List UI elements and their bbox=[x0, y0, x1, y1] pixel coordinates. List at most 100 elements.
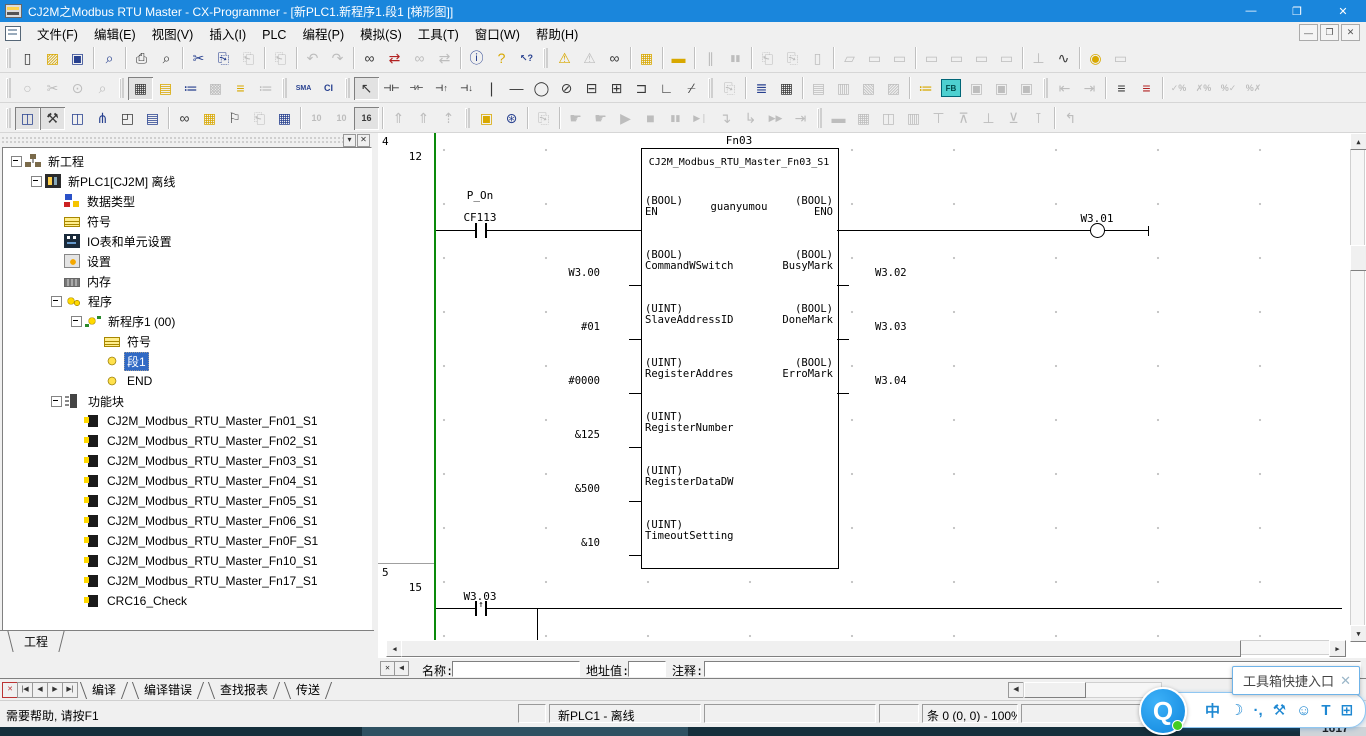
toolbar-icon[interactable]: ✂ bbox=[186, 47, 211, 70]
toolbar-icon[interactable]: ▮▮ bbox=[723, 47, 748, 70]
toolbar-icon[interactable]: ▣ bbox=[964, 77, 989, 100]
toolbar-icon[interactable]: ― bbox=[504, 77, 529, 100]
toolbar-icon[interactable]: ⊼ bbox=[951, 107, 976, 130]
toolbar-icon[interactable]: ⇑ bbox=[386, 107, 411, 130]
tree-item[interactable]: CJ2M_Modbus_RTU_Master_Fn02_S1 bbox=[3, 431, 371, 451]
toolbar-icon[interactable]: ◫ bbox=[15, 107, 40, 130]
toolbar-grip[interactable] bbox=[4, 77, 13, 99]
toolbar-icon[interactable]: ⎗ bbox=[268, 47, 293, 70]
ladder-editor[interactable]: 4 12 5 15 P_On CF113 Fn03 CJ2M_Modbus_RT… bbox=[378, 133, 1366, 678]
output-nav-icon[interactable]: ▶ bbox=[47, 682, 63, 698]
ladder-window-icon[interactable] bbox=[5, 26, 21, 41]
toolbar-icon[interactable]: ▨ bbox=[40, 47, 65, 70]
tab-project[interactable]: 工程 bbox=[14, 631, 58, 652]
toolbar-icon[interactable]: ⇄ bbox=[382, 47, 407, 70]
toolbar-grip[interactable] bbox=[117, 77, 126, 99]
menu-item[interactable]: 编辑(E) bbox=[86, 26, 144, 44]
punctuation-icon[interactable]: ·, bbox=[1253, 702, 1262, 719]
toolbar-icon[interactable]: 16 bbox=[354, 107, 379, 130]
toolbar-icon[interactable]: ❘ bbox=[479, 77, 504, 100]
panel-close-icon[interactable]: ✕ bbox=[357, 134, 370, 147]
toolbar-icon[interactable]: ⊛ bbox=[499, 107, 524, 130]
maximize-button[interactable]: ❐ bbox=[1274, 0, 1320, 22]
tree-item[interactable]: 新工程 bbox=[3, 151, 371, 171]
toolbar-icon[interactable]: ◫ bbox=[876, 107, 901, 130]
toolbar-icon[interactable]: ▣ bbox=[474, 107, 499, 130]
toolbox-shortcut-popup[interactable]: 工具箱快捷入口 ✕ bbox=[1232, 666, 1360, 695]
toolbar-icon[interactable]: ⎗ bbox=[236, 47, 261, 70]
toolbar-grip[interactable] bbox=[1041, 77, 1050, 99]
toolbar-icon[interactable]: ⊞ bbox=[604, 77, 629, 100]
toolbar-icon[interactable]: ▭ bbox=[944, 47, 969, 70]
toolbar-icon[interactable]: ↳ bbox=[738, 107, 763, 130]
toolbar-icon[interactable]: ⎘ bbox=[717, 77, 742, 100]
toolbar-icon[interactable]: SMA bbox=[291, 77, 316, 100]
tree-item[interactable]: CJ2M_Modbus_RTU_Master_Fn06_S1 bbox=[3, 511, 371, 531]
toolbar-grip[interactable] bbox=[463, 107, 472, 129]
contact-p-on[interactable] bbox=[475, 223, 477, 238]
toolbar-icon[interactable]: ⊥ bbox=[1026, 47, 1051, 70]
toolbar-icon[interactable]: ◯ bbox=[529, 77, 554, 100]
toolbar-icon[interactable]: ▭ bbox=[1108, 47, 1133, 70]
toolbar-icon[interactable]: ▶ bbox=[613, 107, 638, 130]
toolbar-icon[interactable]: ◫ bbox=[65, 107, 90, 130]
toolbar-icon[interactable]: ▬ bbox=[666, 47, 691, 70]
toolbar-icon[interactable]: ≔ bbox=[253, 77, 278, 100]
toolbar-icon[interactable]: ↶ bbox=[300, 47, 325, 70]
toolbar-icon[interactable]: ▦ bbox=[851, 107, 876, 130]
toolbar-icon[interactable]: ⇡ bbox=[436, 107, 461, 130]
tree-item[interactable]: CJ2M_Modbus_RTU_Master_Fn17_S1 bbox=[3, 571, 371, 591]
toolbar-icon[interactable]: ▭ bbox=[969, 47, 994, 70]
tree-item[interactable]: IO表和单元设置 bbox=[3, 231, 371, 251]
tree-item[interactable]: 符号 bbox=[3, 331, 371, 351]
toolbar-icon[interactable]: ▯ bbox=[15, 47, 40, 70]
tree-item[interactable]: 新程序1 (00) bbox=[3, 311, 371, 331]
toolbar-icon[interactable]: ∞ bbox=[357, 47, 382, 70]
toolbar-grip[interactable] bbox=[280, 77, 289, 99]
toolbar-icon[interactable]: ≣ bbox=[749, 77, 774, 100]
toolbar-icon[interactable]: ⇥ bbox=[1077, 77, 1102, 100]
tree-item[interactable]: CJ2M_Modbus_RTU_Master_Fn10_S1 bbox=[3, 551, 371, 571]
toolbar-icon[interactable]: ⎘ bbox=[211, 47, 236, 70]
toolbar-icon[interactable]: ▣ bbox=[989, 77, 1014, 100]
toolbar-grip[interactable] bbox=[815, 107, 824, 129]
chinese-mode-icon[interactable]: 中 bbox=[1205, 700, 1220, 721]
toolbar-icon[interactable]: ☛ bbox=[588, 107, 613, 130]
toolbar-icon[interactable]: ⎗ bbox=[755, 47, 780, 70]
toolbar-icon[interactable]: ▦ bbox=[272, 107, 297, 130]
toolbar-icon[interactable]: ▦ bbox=[128, 77, 153, 100]
toolbar-icon[interactable]: ⊣↑ bbox=[429, 77, 454, 100]
toolbar-icon[interactable]: ? bbox=[489, 47, 514, 70]
tree-item[interactable]: 数据类型 bbox=[3, 191, 371, 211]
toolbar-icon[interactable]: %✗ bbox=[1241, 77, 1266, 100]
toolbar-icon[interactable]: ☛ bbox=[563, 107, 588, 130]
scroll-up-icon[interactable]: ▲ bbox=[1350, 133, 1366, 150]
toolbar-icon[interactable]: %✓ bbox=[1216, 77, 1241, 100]
tree-item[interactable]: 新PLC1[CJ2M] 离线 bbox=[3, 171, 371, 191]
ime-logo-icon[interactable]: Q bbox=[1139, 687, 1187, 735]
horizontal-scroll-thumb[interactable] bbox=[401, 640, 1241, 657]
toolbar-grip[interactable] bbox=[4, 107, 13, 129]
toolbar-icon[interactable]: ⎙ bbox=[129, 47, 154, 70]
toolbar-grip[interactable] bbox=[4, 47, 13, 69]
toolbar-icon[interactable]: ▭ bbox=[862, 47, 887, 70]
menu-item[interactable]: 模拟(S) bbox=[352, 26, 410, 44]
toolbar-icon[interactable]: ▯ bbox=[805, 47, 830, 70]
toolbar-icon[interactable]: ▥ bbox=[831, 77, 856, 100]
toolbar-icon[interactable]: ≡ bbox=[228, 77, 253, 100]
toolbar-icon[interactable]: ⇥ bbox=[788, 107, 813, 130]
toolbar-icon[interactable]: ∞ bbox=[407, 47, 432, 70]
tree-item[interactable]: 设置 bbox=[3, 251, 371, 271]
close-button[interactable]: ✕ bbox=[1320, 0, 1366, 22]
toolbar-icon[interactable]: ▶❘ bbox=[688, 107, 713, 130]
toolbar-icon[interactable]: ⊟ bbox=[579, 77, 604, 100]
toolbar-icon[interactable]: ⚐ bbox=[222, 107, 247, 130]
toolbox-grid-icon[interactable]: ⊞ bbox=[1341, 701, 1354, 719]
tree-item[interactable]: 内存 bbox=[3, 271, 371, 291]
menu-item[interactable]: 视图(V) bbox=[144, 26, 202, 44]
menu-item[interactable]: PLC bbox=[254, 26, 294, 44]
smiley-icon[interactable]: ☺ bbox=[1296, 702, 1311, 719]
tree-item[interactable]: CJ2M_Modbus_RTU_Master_Fn0F_S1 bbox=[3, 531, 371, 551]
mdi-close-button[interactable]: ✕ bbox=[1341, 24, 1360, 41]
toolbar-icon[interactable]: ▥ bbox=[901, 107, 926, 130]
